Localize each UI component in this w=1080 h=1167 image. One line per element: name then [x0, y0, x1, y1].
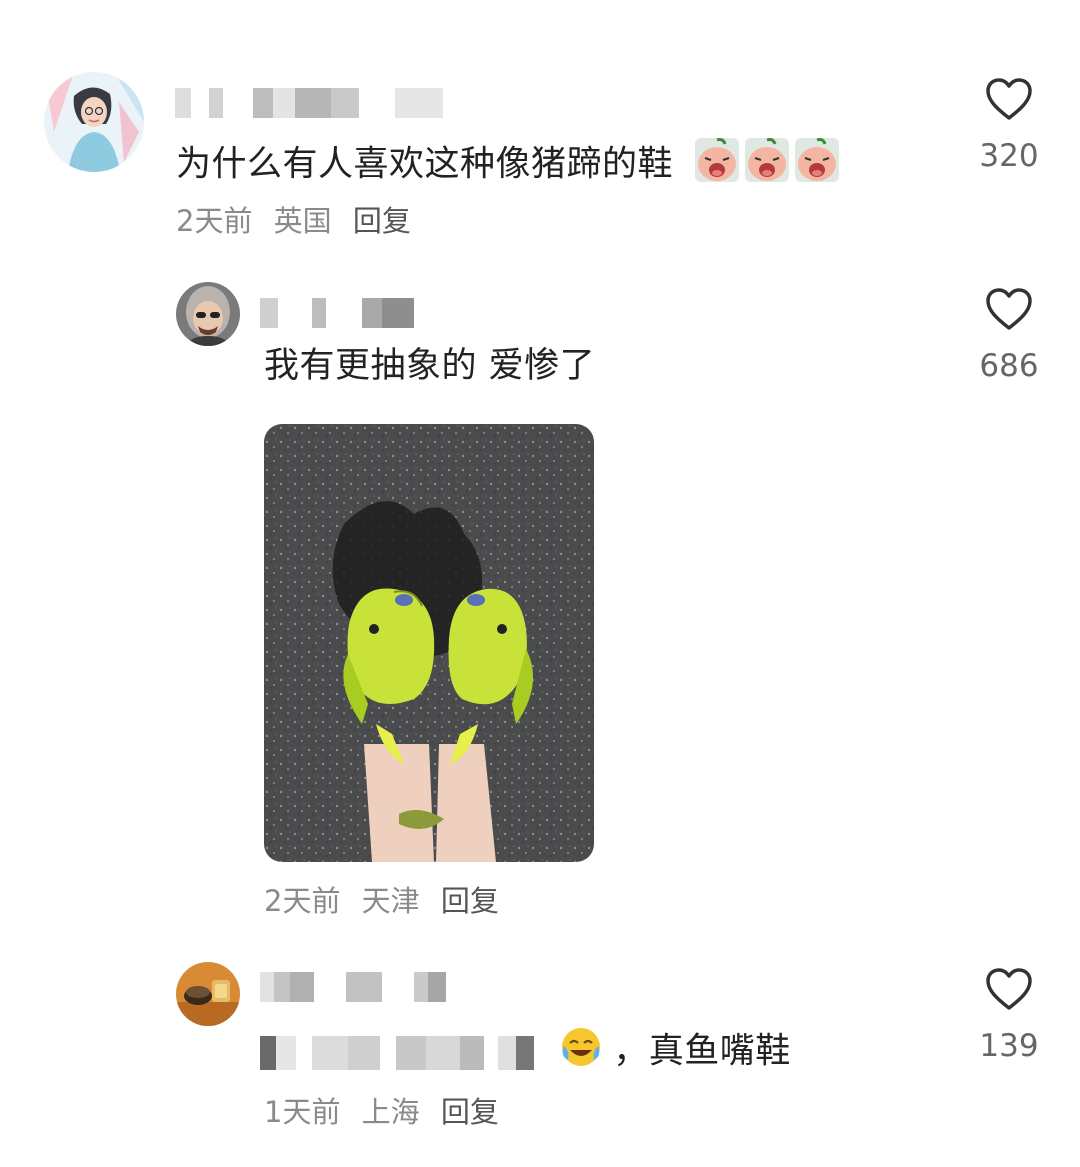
laughing-crying-emoji [560, 1026, 602, 1079]
comment-meta: 1天前 上海 回复 [264, 1094, 511, 1130]
like-count: 686 [979, 348, 1039, 384]
reply-button[interactable]: 回复 [441, 884, 499, 918]
comment-location: 天津 [361, 884, 420, 918]
heart-outline-icon [986, 78, 1032, 120]
heart-outline-icon [986, 288, 1032, 330]
comment-text: 为什么有人喜欢这种像猪蹄的鞋 [176, 136, 841, 195]
comment-meta: 2天前 天津 回复 [264, 883, 511, 919]
heart-outline-icon [986, 968, 1032, 1010]
username-blurred[interactable] [175, 88, 443, 118]
username-blurred[interactable] [260, 972, 446, 1002]
crying-peach-emoji [693, 136, 841, 195]
comment-2: 我有更抽象的 爱惨了 2天前 天津 回复 686 [0, 260, 1080, 940]
like-count: 320 [979, 138, 1039, 174]
comment-location: 上海 [361, 1095, 420, 1129]
comment-time: 2天前 [176, 204, 253, 238]
like-button[interactable]: 139 [959, 966, 1059, 1066]
comment-time: 2天前 [264, 884, 341, 918]
comment-location: 英国 [273, 204, 332, 238]
like-count: 139 [979, 1028, 1039, 1064]
blurred-text-segment [260, 1035, 534, 1070]
comment-3: ，真鱼嘴鞋 1天前 上海 回复 139 [0, 940, 1080, 1167]
avatar[interactable] [176, 282, 240, 346]
comment-text: ，真鱼嘴鞋 [260, 1026, 791, 1079]
username-blurred[interactable] [260, 298, 414, 328]
comment-text: 我有更抽象的 爱惨了 [264, 346, 596, 386]
comment-meta: 2天前 英国 回复 [176, 203, 423, 239]
like-button[interactable]: 686 [959, 286, 1059, 386]
fish-slippers-photo[interactable] [264, 424, 594, 862]
comment-time: 1天前 [264, 1095, 341, 1129]
avatar[interactable] [176, 962, 240, 1026]
comment-text-content: 为什么有人喜欢这种像猪蹄的鞋 [176, 144, 674, 185]
comment-1: 为什么有人喜欢这种像猪蹄的鞋 2天前 英国 回复 320 [0, 0, 1080, 260]
like-button[interactable]: 320 [959, 76, 1059, 176]
comment-text-content: ，真鱼嘴鞋 [613, 1031, 791, 1072]
reply-button[interactable]: 回复 [441, 1095, 499, 1129]
reply-button[interactable]: 回复 [353, 204, 411, 238]
avatar[interactable] [44, 72, 144, 172]
